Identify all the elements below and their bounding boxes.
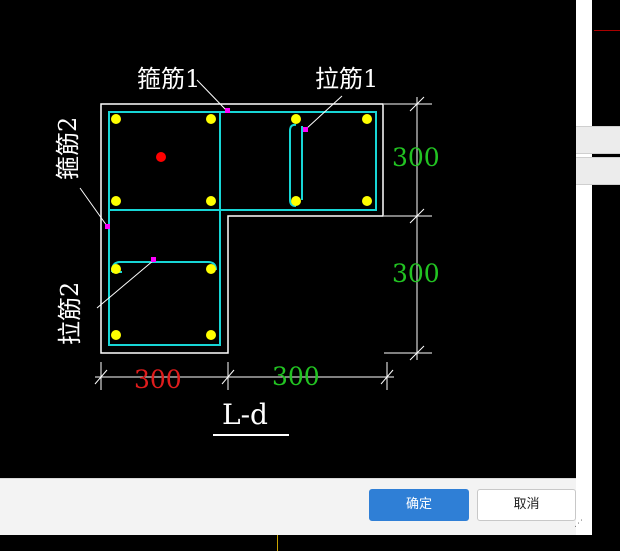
dialog-button-bar: 确定 取消 <box>0 478 576 535</box>
rebar-dot <box>291 114 301 124</box>
label-tie-2: 拉筋2 <box>56 282 84 345</box>
label-tie-1: 拉筋1 <box>315 65 378 93</box>
rebar-dot <box>206 114 216 124</box>
label-stirrup-2: 箍筋2 <box>54 117 82 180</box>
tie-2 <box>111 261 217 273</box>
rebar-dot <box>111 264 121 274</box>
rebar-dot <box>111 330 121 340</box>
leader-marker <box>303 127 308 132</box>
rebar-dot <box>206 196 216 206</box>
leader-stirrup2 <box>79 187 108 227</box>
center-point-marker <box>156 152 166 162</box>
dim-bottom-left: 300 <box>134 365 182 394</box>
rebar-dot <box>111 196 121 206</box>
confirm-button[interactable]: 确定 <box>369 489 469 521</box>
stirrup-2 <box>108 111 221 346</box>
background-panel <box>576 0 620 551</box>
background-field-strip <box>576 157 620 185</box>
rebar-dot <box>111 114 121 124</box>
stirrup-1 <box>108 111 377 211</box>
dim-right-upper: 300 <box>392 143 440 172</box>
rebar-dot <box>362 114 372 124</box>
section-outline <box>100 103 384 354</box>
tie-1 <box>289 123 303 207</box>
rebar-group <box>111 114 372 340</box>
resize-grip-icon[interactable]: ⋰ <box>574 520 588 534</box>
background-bottom-strip <box>0 535 620 551</box>
leader-markers <box>105 108 308 262</box>
cad-drawing-canvas: 300 300 300 300 箍筋1 拉筋1 箍筋2 拉筋2 L-d <box>54 65 440 436</box>
rebar-dot <box>291 196 301 206</box>
leader-tie2 <box>96 259 155 309</box>
background-field-strip <box>576 126 620 154</box>
section-name: L-d <box>222 398 268 431</box>
rebar-dot <box>206 330 216 340</box>
leader-marker <box>151 257 156 262</box>
rebar-dot <box>206 264 216 274</box>
leader-marker <box>225 108 230 113</box>
dialog-right-edge <box>576 0 592 551</box>
rebar-dot <box>362 196 372 206</box>
label-stirrup-1: 箍筋1 <box>137 65 200 93</box>
right-dimension <box>384 96 432 361</box>
cancel-button[interactable]: 取消 <box>477 489 576 521</box>
dim-right-lower: 300 <box>392 259 440 288</box>
background-yellow-line <box>277 535 278 551</box>
background-red-line <box>594 30 620 31</box>
leader-stirrup1 <box>196 79 228 112</box>
leader-marker <box>105 224 110 229</box>
dim-bottom-right: 300 <box>272 362 320 391</box>
